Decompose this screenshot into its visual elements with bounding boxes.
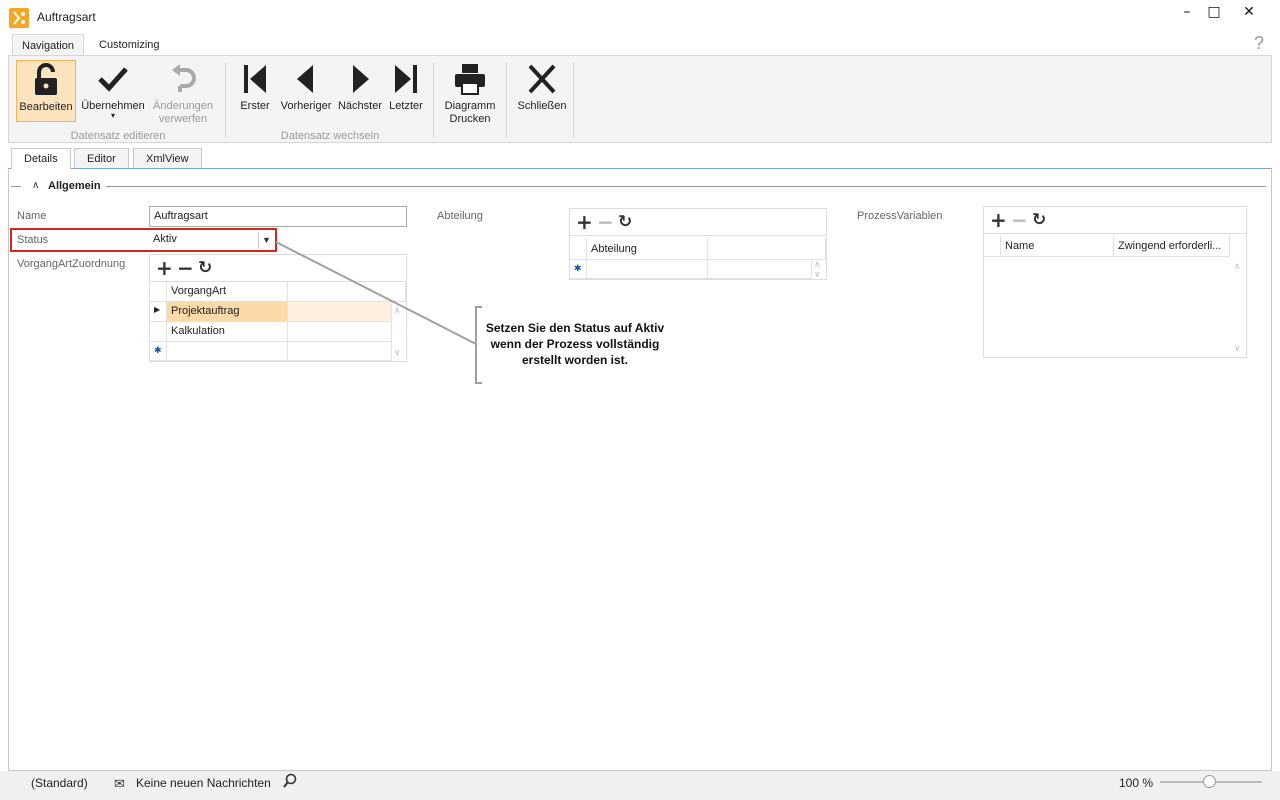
column-header-abteilung[interactable]: Abteilung bbox=[587, 238, 708, 260]
maximize-button[interactable]: □ bbox=[1197, 4, 1231, 22]
close-x-icon bbox=[514, 62, 570, 96]
new-row-icon: ✱ bbox=[570, 260, 587, 279]
naechster-label: Nächster bbox=[337, 100, 383, 112]
name-label: Name bbox=[17, 210, 47, 222]
first-icon bbox=[236, 62, 274, 96]
group-title: Allgemein bbox=[48, 180, 101, 192]
column-header-name[interactable]: Name bbox=[1001, 235, 1114, 257]
bearbeiten-label: Bearbeiten bbox=[19, 101, 73, 113]
previous-icon bbox=[278, 62, 334, 96]
search-icon[interactable] bbox=[283, 773, 297, 792]
grid-toolbar: + − ↻ bbox=[984, 207, 1246, 234]
add-icon[interactable]: + bbox=[990, 209, 1007, 231]
ribbon-separator bbox=[506, 63, 507, 137]
erster-button[interactable]: Erster bbox=[236, 60, 274, 122]
title-bar bbox=[0, 0, 1280, 32]
row-pointer-icon: ▶ bbox=[150, 302, 167, 322]
abteilung-grid: + − ↻ Abteilung ✱ ∧ ∨ bbox=[569, 208, 827, 280]
group-divider bbox=[106, 186, 1266, 187]
row-indicator-header bbox=[570, 238, 587, 260]
status-label: Status bbox=[17, 234, 49, 246]
column-header-zwingend[interactable]: Zwingend erforderli... bbox=[1114, 235, 1230, 257]
callout-connector bbox=[275, 241, 482, 384]
new-row-icon: ✱ bbox=[150, 342, 167, 361]
envelope-icon: ✉ bbox=[114, 776, 125, 791]
refresh-icon[interactable]: ↻ bbox=[1032, 209, 1046, 231]
status-messages[interactable]: Keine neuen Nachrichten bbox=[136, 776, 271, 790]
ribbon-tab-navigation[interactable]: Navigation bbox=[12, 34, 84, 56]
abteilung-label: Abteilung bbox=[437, 210, 483, 222]
name-field[interactable]: Auftragsart bbox=[149, 206, 407, 227]
schliessen-button[interactable]: Schließen bbox=[514, 60, 570, 122]
undo-icon bbox=[150, 62, 216, 96]
printer-icon bbox=[440, 62, 500, 96]
ribbon-separator bbox=[573, 63, 574, 137]
schliessen-label: Schließen bbox=[517, 100, 567, 112]
diagramm-drucken-button[interactable]: Diagramm Drucken bbox=[440, 60, 500, 125]
bearbeiten-button[interactable]: Bearbeiten bbox=[16, 60, 76, 122]
remove-icon[interactable]: − bbox=[1011, 209, 1028, 231]
new-row-cell[interactable] bbox=[587, 260, 708, 279]
add-icon[interactable]: + bbox=[156, 257, 173, 279]
letzter-label: Letzter bbox=[389, 100, 423, 112]
app-icon bbox=[9, 8, 29, 28]
refresh-icon[interactable]: ↻ bbox=[198, 257, 212, 279]
group-label-datensatz-editieren: Datensatz editieren bbox=[70, 130, 166, 142]
vorgang-label: VorgangArtZuordnung bbox=[17, 258, 126, 270]
vorheriger-button[interactable]: Vorheriger bbox=[278, 60, 334, 122]
ribbon-separator bbox=[433, 63, 434, 137]
status-profile: (Standard) bbox=[31, 776, 88, 790]
close-window-button[interactable]: ✕ bbox=[1232, 4, 1266, 22]
tab-editor[interactable]: Editor bbox=[74, 148, 129, 168]
row-indicator bbox=[150, 322, 167, 342]
grid-toolbar: + − ↻ bbox=[570, 209, 826, 236]
zoom-level: 100 % bbox=[1119, 776, 1154, 790]
column-header-empty bbox=[708, 238, 826, 260]
aenderungen-verwerfen-label: Änderungen verwerfen bbox=[153, 100, 213, 125]
chevron-down-icon: ▾ bbox=[110, 111, 115, 120]
new-row-cell[interactable] bbox=[708, 260, 812, 279]
refresh-icon[interactable]: ↻ bbox=[618, 211, 632, 233]
ribbon-tab-customizing[interactable]: Customizing bbox=[90, 34, 169, 56]
row-indicator-header bbox=[984, 235, 1001, 257]
row-indicator-header bbox=[150, 282, 167, 302]
ribbon-separator bbox=[225, 63, 226, 137]
status-select[interactable]: Aktiv bbox=[149, 230, 275, 250]
scroll-down-icon[interactable]: ∨ bbox=[814, 269, 821, 280]
diagramm-drucken-label: Diagramm Drucken bbox=[444, 100, 496, 125]
group-divider bbox=[11, 186, 21, 187]
group-label-datensatz-wechseln: Datensatz wechseln bbox=[280, 130, 380, 142]
remove-icon[interactable]: − bbox=[177, 257, 194, 279]
next-icon bbox=[336, 62, 384, 96]
add-icon[interactable]: + bbox=[576, 211, 593, 233]
help-icon[interactable]: ? bbox=[1254, 33, 1264, 54]
scroll-up-icon[interactable]: ∧ bbox=[1234, 261, 1241, 272]
zoom-slider-thumb[interactable] bbox=[1203, 775, 1216, 788]
aenderungen-verwerfen-button[interactable]: Änderungen verwerfen bbox=[150, 60, 216, 125]
lock-open-icon bbox=[17, 63, 75, 97]
prozess-label: ProzessVariablen bbox=[857, 210, 943, 222]
tab-details[interactable]: Details bbox=[11, 148, 71, 169]
tab-xmlview[interactable]: XmlView bbox=[133, 148, 202, 168]
letzter-button[interactable]: Letzter bbox=[386, 60, 426, 122]
chevron-up-icon[interactable]: ∧ bbox=[32, 180, 39, 191]
last-icon bbox=[386, 62, 426, 96]
uebernehmen-button[interactable]: Übernehmen ▾ bbox=[79, 60, 147, 122]
window-title: Auftragsart bbox=[37, 10, 96, 24]
prozess-grid: + − ↻ Name Zwingend erforderli... ∧ ∨ bbox=[983, 206, 1247, 358]
erster-label: Erster bbox=[240, 100, 270, 112]
vorheriger-label: Vorheriger bbox=[280, 100, 332, 112]
callout-text: Setzen Sie den Status auf Aktiv wenn der… bbox=[485, 321, 665, 367]
scroll-down-icon[interactable]: ∨ bbox=[1234, 343, 1241, 354]
checkmark-icon bbox=[79, 62, 147, 96]
remove-icon[interactable]: − bbox=[597, 211, 614, 233]
naechster-button[interactable]: Nächster bbox=[336, 60, 384, 122]
